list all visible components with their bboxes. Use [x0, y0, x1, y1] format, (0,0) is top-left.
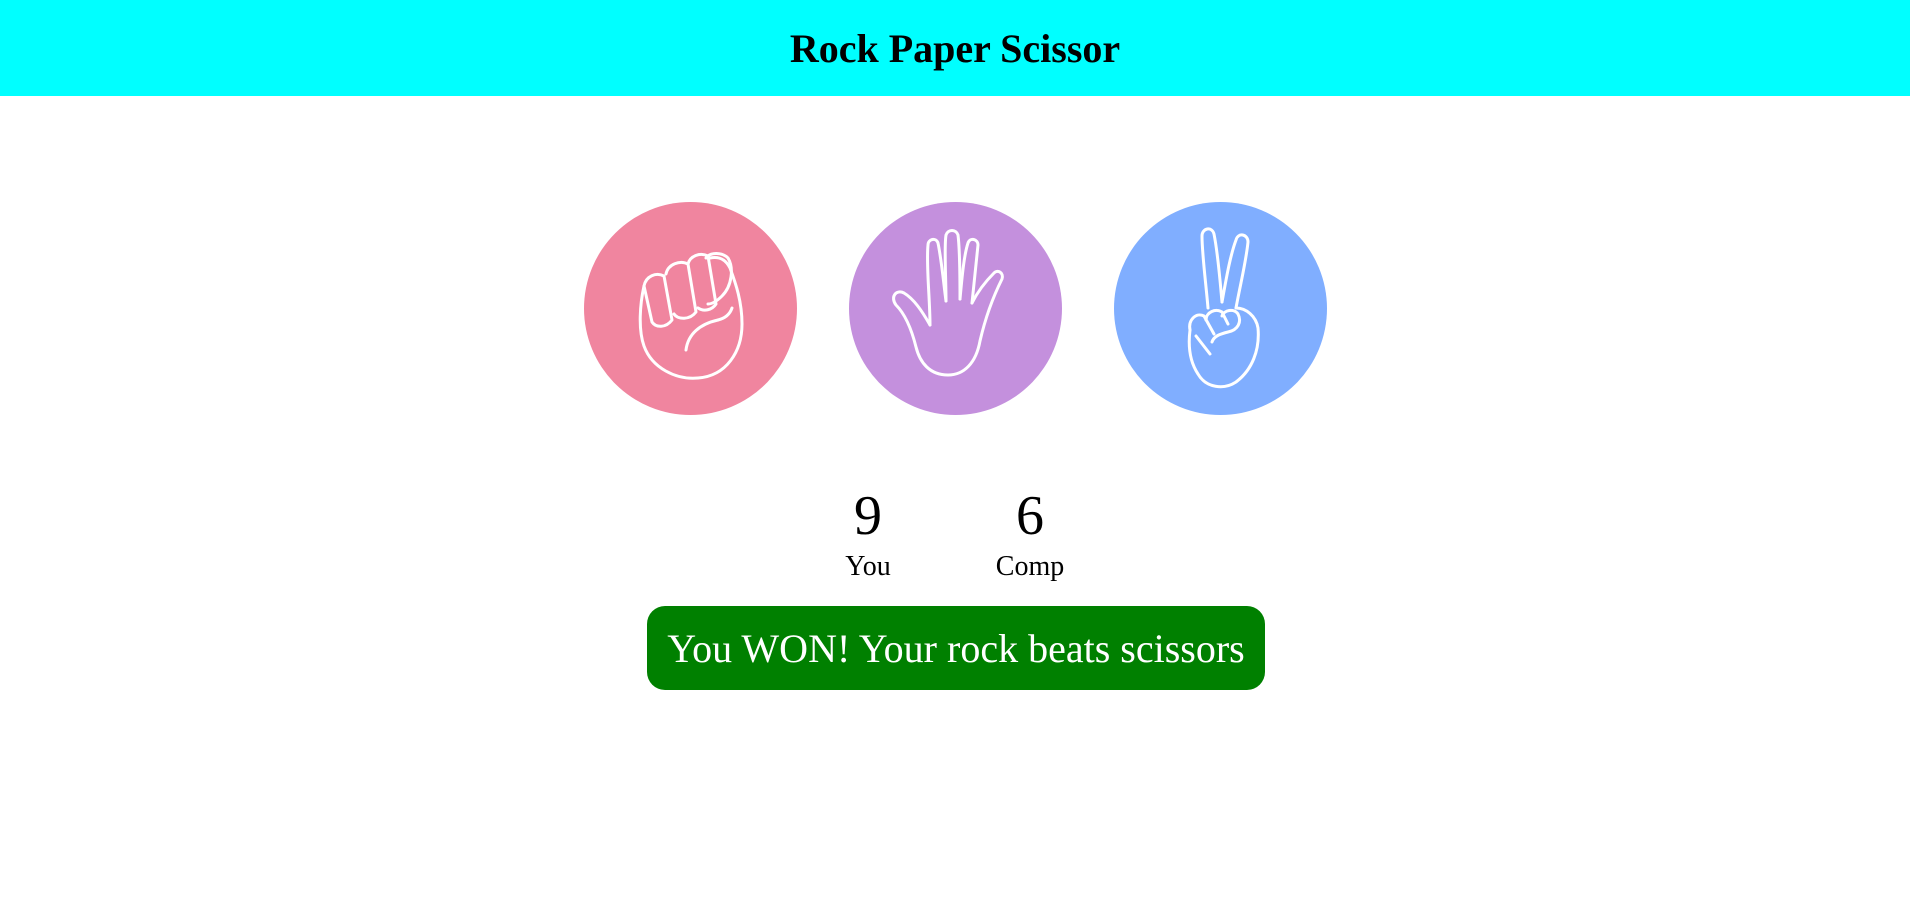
- paper-choice-button[interactable]: [849, 202, 1062, 415]
- scissors-choice-button[interactable]: [1114, 202, 1327, 415]
- computer-score: 6 Comp: [970, 480, 1090, 582]
- computer-score-label: Comp: [995, 551, 1065, 582]
- user-score: 9 You: [808, 480, 928, 582]
- peace-hand-icon: [1187, 227, 1260, 388]
- computer-score-value: 6: [1016, 485, 1044, 547]
- rock-choice-button[interactable]: [584, 202, 797, 415]
- page-title: Rock Paper Scissor: [789, 25, 1121, 71]
- fist-icon: [638, 251, 743, 380]
- user-score-label: You: [845, 551, 891, 582]
- app-header: Rock Paper Scissor: [0, 0, 1910, 96]
- result-message: You WON! Your rock beats scissors: [647, 606, 1265, 690]
- user-score-value: 9: [854, 485, 882, 547]
- open-hand-icon: [891, 228, 1004, 376]
